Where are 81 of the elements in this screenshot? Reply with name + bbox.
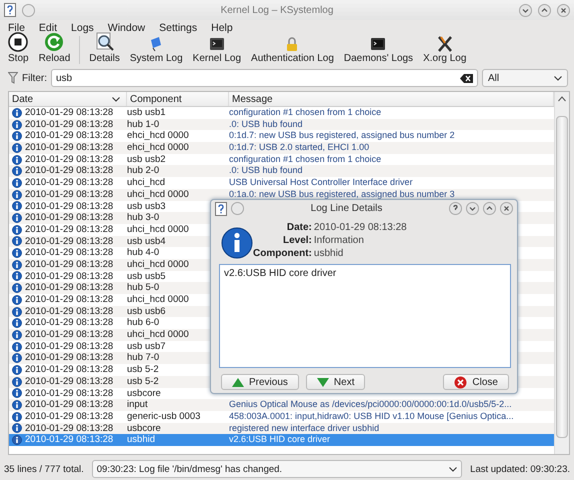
date-cell: 2010-01-29 08:13:28: [25, 270, 114, 282]
component-cell: uhci_hcd 0000: [127, 258, 189, 271]
component-cell: uhci_hcd 0000: [127, 294, 189, 306]
line-count: 35 lines / 777 total.: [4, 464, 84, 474]
date-cell: 2010-01-29 08:13:28: [25, 364, 114, 376]
date-cell: 2010-01-29 08:13:28: [25, 118, 114, 130]
date-cell: 2010-01-29 08:13:28: [25, 130, 114, 142]
component-cell: hub 1-0: [127, 118, 160, 130]
component-cell: usb 5-2: [127, 364, 159, 376]
date-cell: 2010-01-29 08:13:28: [25, 236, 114, 248]
component-cell: hub 5-0: [127, 282, 160, 294]
date-cell: 2010-01-29 08:13:28: [25, 177, 114, 189]
component-cell: usbhid: [127, 434, 155, 446]
component-cell: generic-usb 0003: [127, 410, 200, 423]
date-cell: 2010-01-29 08:13:28: [25, 399, 114, 411]
component-cell: usb usb5: [127, 270, 166, 282]
date-cell: 2010-01-29 08:13:28: [25, 200, 114, 212]
component-cell: hub 2-0: [127, 165, 160, 178]
date-cell: 2010-01-29 08:13:28: [25, 247, 114, 259]
field-value: 2010-01-29 08:13:28: [314, 221, 407, 234]
component-cell: uhci_hcd 0000: [127, 329, 189, 341]
message-cell: registered new interface driver usbhid: [229, 422, 380, 434]
window-title: Kernel Log – KSystemlog: [220, 4, 334, 16]
date-cell: 2010-01-29 08:13:28: [25, 422, 114, 434]
message-cell: USB Universal Host Controller Interface driver: [229, 177, 413, 189]
component-cell: usb usb7: [127, 340, 166, 352]
component-cell: input: [127, 399, 148, 411]
last-updated: Last updated: 09:30:23.: [470, 464, 570, 474]
date-cell: 2010-01-29 08:13:28: [25, 294, 114, 306]
component-cell: usb usb1: [127, 107, 166, 119]
message-cell: 458:003A.0001: input,hidraw0: USB HID v1.10 Mouse [Genius Optica...: [229, 410, 514, 423]
date-cell: 2010-01-29 08:13:28: [25, 329, 114, 341]
component-cell: usb usb3: [127, 200, 166, 212]
date-cell: 2010-01-29 08:13:28: [25, 142, 114, 154]
message-cell: 0:1a.0: new USB bus registered, assigned bus number 3: [229, 188, 455, 201]
date-cell: 2010-01-29 08:13:28: [25, 165, 114, 178]
component-cell: ehci_hcd 0000: [127, 130, 189, 142]
date-cell: 2010-01-29 08:13:28: [25, 154, 114, 166]
date-cell: 2010-01-29 08:13:28: [25, 224, 114, 236]
component-cell: uhci_hcd 0000: [127, 188, 189, 201]
date-cell: 2010-01-29 08:13:28: [25, 282, 114, 294]
field-value: Information: [314, 234, 365, 247]
field-label: Level:: [282, 234, 312, 247]
component-cell: usbcore: [127, 388, 161, 400]
field-value: usbhid: [314, 247, 344, 260]
field-label: Component:: [253, 247, 312, 260]
message-cell: 0:1d.7: new USB bus registered, assigned bus number 2: [229, 130, 455, 142]
date-cell: 2010-01-29 08:13:28: [25, 352, 114, 364]
message-cell: .0: USB hub found: [229, 165, 303, 178]
message-cell: v2.6:USB HID core driver: [229, 434, 330, 446]
message-cell: configuration #1 chosen from 1 choice: [229, 107, 382, 119]
date-cell: 2010-01-29 08:13:28: [25, 434, 114, 446]
date-cell: 2010-01-29 08:13:28: [25, 306, 114, 318]
component-cell: ehci_hcd 0000: [127, 142, 189, 154]
component-cell: usb usb2: [127, 154, 166, 166]
filter-label: Filter:: [22, 72, 47, 84]
date-cell: 2010-01-29 08:13:28: [25, 340, 114, 352]
date-cell: 2010-01-29 08:13:28: [25, 107, 114, 119]
message-cell: configuration #1 chosen from 1 choice: [229, 154, 382, 166]
component-cell: uhci_hcd: [127, 177, 166, 189]
message-cell: 0:1d.7: USB 2.0 started, EHCI 1.00: [229, 142, 370, 154]
dialog-title: Log Line Details: [310, 203, 384, 214]
message-cell: Genius Optical Mouse as /devices/pci0000:00/0000:00:1d.0/usb5/5-2...: [229, 399, 512, 411]
component-cell: usb usb4: [127, 236, 166, 248]
component-cell: usbcore: [127, 422, 161, 434]
component-cell: usb usb6: [127, 306, 166, 318]
date-cell: 2010-01-29 08:13:28: [25, 410, 114, 423]
component-cell: hub 4-0: [127, 247, 160, 259]
component-cell: hub 6-0: [127, 317, 160, 330]
date-cell: 2010-01-29 08:13:28: [25, 212, 114, 224]
date-cell: 2010-01-29 08:13:28: [25, 376, 114, 388]
message-cell: .0: USB hub found: [229, 118, 303, 130]
field-label: Date:: [286, 221, 312, 234]
component-cell: hub 7-0: [127, 352, 160, 364]
component-cell: uhci_hcd 0000: [127, 224, 189, 236]
date-cell: 2010-01-29 08:13:28: [25, 258, 114, 271]
date-cell: 2010-01-29 08:13:28: [25, 388, 114, 400]
component-cell: hub 3-0: [127, 212, 160, 224]
date-cell: 2010-01-29 08:13:28: [25, 317, 114, 330]
component-cell: usb 5-2: [127, 376, 159, 388]
date-cell: 2010-01-29 08:13:28: [25, 188, 114, 201]
